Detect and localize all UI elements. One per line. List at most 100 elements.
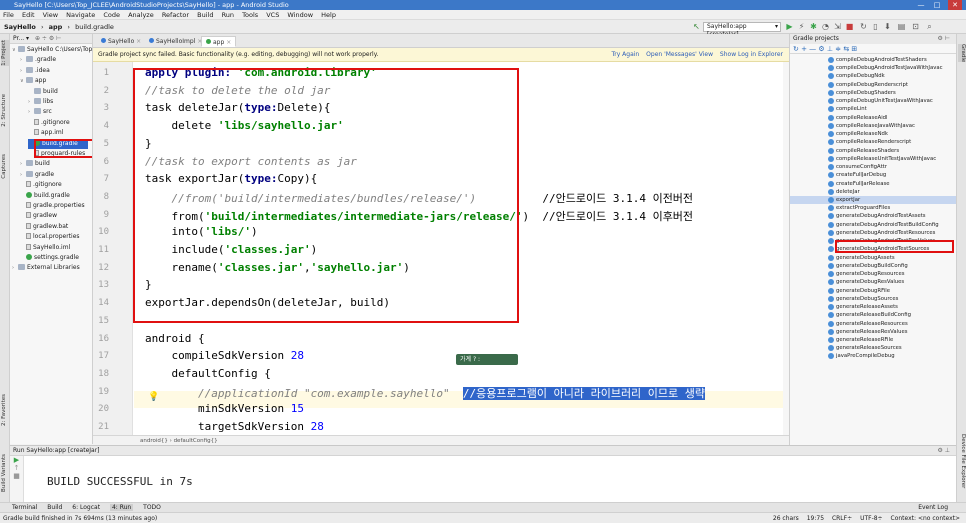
- sync-gradle-icon[interactable]: ↻: [859, 22, 868, 32]
- apply-changes-icon[interactable]: ⚡: [797, 22, 806, 32]
- gradle-task-item[interactable]: generateReleaseResValues: [790, 328, 956, 336]
- avd-manager-icon[interactable]: ▯: [871, 22, 880, 32]
- gradle-task-item[interactable]: generateReleaseRFile: [790, 336, 956, 344]
- build-tab[interactable]: Build: [47, 504, 62, 511]
- caret-position[interactable]: 19:75: [807, 515, 824, 522]
- menu-navigate[interactable]: Navigate: [66, 11, 95, 19]
- menu-edit[interactable]: Edit: [22, 11, 35, 19]
- minimize-button[interactable]: —: [914, 0, 928, 10]
- menu-refactor[interactable]: Refactor: [162, 11, 189, 19]
- project-view-select[interactable]: Pr... ▾ ⊕ ÷ ⚙ ⊢: [10, 34, 92, 44]
- gradle-task-item[interactable]: compileLint: [790, 105, 956, 113]
- gradle-task-item[interactable]: generateDebugSources: [790, 295, 956, 303]
- gradle-task-item[interactable]: generateDebugAssets: [790, 254, 956, 262]
- breadcrumb-file[interactable]: build.gradle: [75, 23, 114, 31]
- gradle-tool-tab[interactable]: Gradle: [958, 44, 966, 63]
- menu-view[interactable]: View: [43, 11, 58, 19]
- menu-file[interactable]: File: [3, 11, 14, 19]
- open-messages-link[interactable]: Open 'Messages' View: [646, 51, 713, 58]
- run-tab[interactable]: 4: Run: [109, 504, 134, 511]
- gradle-task-item[interactable]: generateDebugBuildConfig: [790, 262, 956, 270]
- gradle-task-item[interactable]: compileDebugShaders: [790, 89, 956, 97]
- gradle-task-item[interactable]: compileReleaseUnitTestJavaWithJavac: [790, 155, 956, 163]
- menu-window[interactable]: Window: [287, 11, 313, 19]
- lightbulb-icon[interactable]: 💡: [148, 392, 159, 402]
- line-separator[interactable]: CRLF÷: [832, 515, 852, 522]
- gradle-task-item[interactable]: createFullJarDebug: [790, 171, 956, 179]
- gradle-toolbar[interactable]: ↻ + — ⚙ ⊥ ≑ ⇆ ⊞: [790, 44, 956, 54]
- tab-sayhello[interactable]: SayHello ×: [97, 36, 145, 47]
- project-tree-item[interactable]: build.gradle: [20, 191, 70, 201]
- debug-icon[interactable]: ✱: [809, 22, 818, 32]
- gradle-task-item[interactable]: compileDebugAndroidTestJavaWithJavac: [790, 64, 956, 72]
- project-tree-item[interactable]: › gradle: [20, 170, 54, 180]
- gradle-task-item[interactable]: consumeConfigAttr: [790, 163, 956, 171]
- project-tree-item[interactable]: › src: [28, 107, 52, 117]
- attach-debugger-icon[interactable]: ⇲: [833, 22, 842, 32]
- gradle-task-item[interactable]: compileReleaseAidl: [790, 114, 956, 122]
- project-tree-item[interactable]: › build: [20, 159, 50, 169]
- breadcrumb-module[interactable]: app: [49, 23, 63, 31]
- gradle-task-item[interactable]: deleteJar: [790, 188, 956, 196]
- tab-sayhelloimpl[interactable]: SayHelloImpl ×: [145, 36, 206, 47]
- project-tree-item[interactable]: build: [28, 87, 58, 97]
- code-line[interactable]: targetSdkVersion 28: [145, 420, 324, 433]
- code-line[interactable]: android {: [145, 332, 205, 345]
- close-tab-icon[interactable]: ×: [226, 39, 231, 46]
- project-tree-item[interactable]: ∨ SayHello C:\Users\Top: [12, 45, 92, 55]
- menu-analyze[interactable]: Analyze: [128, 11, 154, 19]
- gradle-task-item[interactable]: generateDebugAndroidTestBuildConfig: [790, 221, 956, 229]
- gradle-toolbar-icons[interactable]: ↻ + — ⚙ ⊥ ≑ ⇆ ⊞: [793, 45, 857, 53]
- sdk-manager-icon[interactable]: ⬇: [883, 22, 892, 32]
- project-tree-item[interactable]: settings.gradle: [20, 253, 79, 263]
- close-tab-icon[interactable]: ×: [136, 38, 141, 45]
- scroll-up-icon[interactable]: ↑: [10, 464, 23, 472]
- profile-icon[interactable]: ◔: [821, 22, 830, 32]
- project-structure-icon[interactable]: ▤: [897, 22, 906, 32]
- breadcrumb-project[interactable]: SayHello: [4, 23, 36, 31]
- gradle-task-item[interactable]: extractProguardFiles: [790, 204, 956, 212]
- settings-gear-icon[interactable]: ⊕ ÷ ⚙ ⊢: [35, 35, 61, 42]
- menu-tools[interactable]: Tools: [242, 11, 258, 19]
- editor-breadcrumb-label[interactable]: android{} › defaultConfig{}: [140, 438, 218, 444]
- gradle-task-item[interactable]: compileDebugUnitTestJavaWithJavac: [790, 97, 956, 105]
- menu-run[interactable]: Run: [222, 11, 234, 19]
- run-configuration-select[interactable]: SayHello:app [createJar] ▾: [703, 22, 781, 38]
- captures-tool-tab[interactable]: Captures: [1, 154, 9, 179]
- project-tree-item[interactable]: app.iml: [28, 128, 63, 138]
- ime-popup[interactable]: 가계 ? :: [456, 354, 518, 365]
- project-tree-item[interactable]: .gitignore: [28, 118, 70, 128]
- project-tree-item[interactable]: local.properties: [20, 232, 80, 242]
- favorites-tool-tab[interactable]: 2: Favorites: [1, 394, 9, 426]
- context-indicator[interactable]: Context: <no context>: [891, 515, 960, 522]
- project-tree-item[interactable]: › External Libraries: [12, 263, 80, 273]
- project-tree-item[interactable]: gradle.properties: [20, 201, 85, 211]
- code-line[interactable]: minSdkVersion 15: [145, 402, 304, 415]
- gradle-task-item[interactable]: generateReleaseSources: [790, 344, 956, 352]
- stop-run-icon[interactable]: ■: [10, 472, 23, 480]
- code-line[interactable]: //applicationId "com.example.sayhello" /…: [145, 385, 706, 401]
- gradle-task-item[interactable]: compileReleaseJavaWithJavac: [790, 122, 956, 130]
- gradle-task-item[interactable]: generateReleaseResources: [790, 320, 956, 328]
- structure-tool-tab[interactable]: 2: Structure: [1, 94, 9, 127]
- gradle-task-item[interactable]: compileReleaseShaders: [790, 147, 956, 155]
- gradle-task-item[interactable]: generateDebugResValues: [790, 278, 956, 286]
- menu-help[interactable]: Help: [321, 11, 336, 19]
- close-button[interactable]: ✕: [948, 0, 962, 10]
- file-encoding[interactable]: UTF-8÷: [860, 515, 883, 522]
- panel-settings-icon[interactable]: ⚙ ⊢: [937, 34, 950, 44]
- gradle-task-item[interactable]: generateDebugAndroidTestResources: [790, 229, 956, 237]
- project-tree-item[interactable]: ∨ app: [20, 76, 46, 86]
- gradle-task-item[interactable]: generateReleaseBuildConfig: [790, 311, 956, 319]
- show-log-link[interactable]: Show Log in Explorer: [720, 51, 783, 58]
- gradle-task-item[interactable]: javaPreCompileDebug: [790, 352, 956, 360]
- gradle-task-item[interactable]: compileReleaseNdk: [790, 130, 956, 138]
- tab-app[interactable]: app ×: [201, 36, 237, 47]
- gradle-task-item[interactable]: compileDebugNdk: [790, 72, 956, 80]
- menu-code[interactable]: Code: [103, 11, 120, 19]
- menu-build[interactable]: Build: [197, 11, 213, 19]
- project-tree-item[interactable]: › .idea: [20, 66, 50, 76]
- try-again-link[interactable]: Try Again: [611, 51, 639, 58]
- build-variants-tool-tab[interactable]: Build Variants: [1, 454, 9, 492]
- gradle-task-item[interactable]: generateDebugRFile: [790, 287, 956, 295]
